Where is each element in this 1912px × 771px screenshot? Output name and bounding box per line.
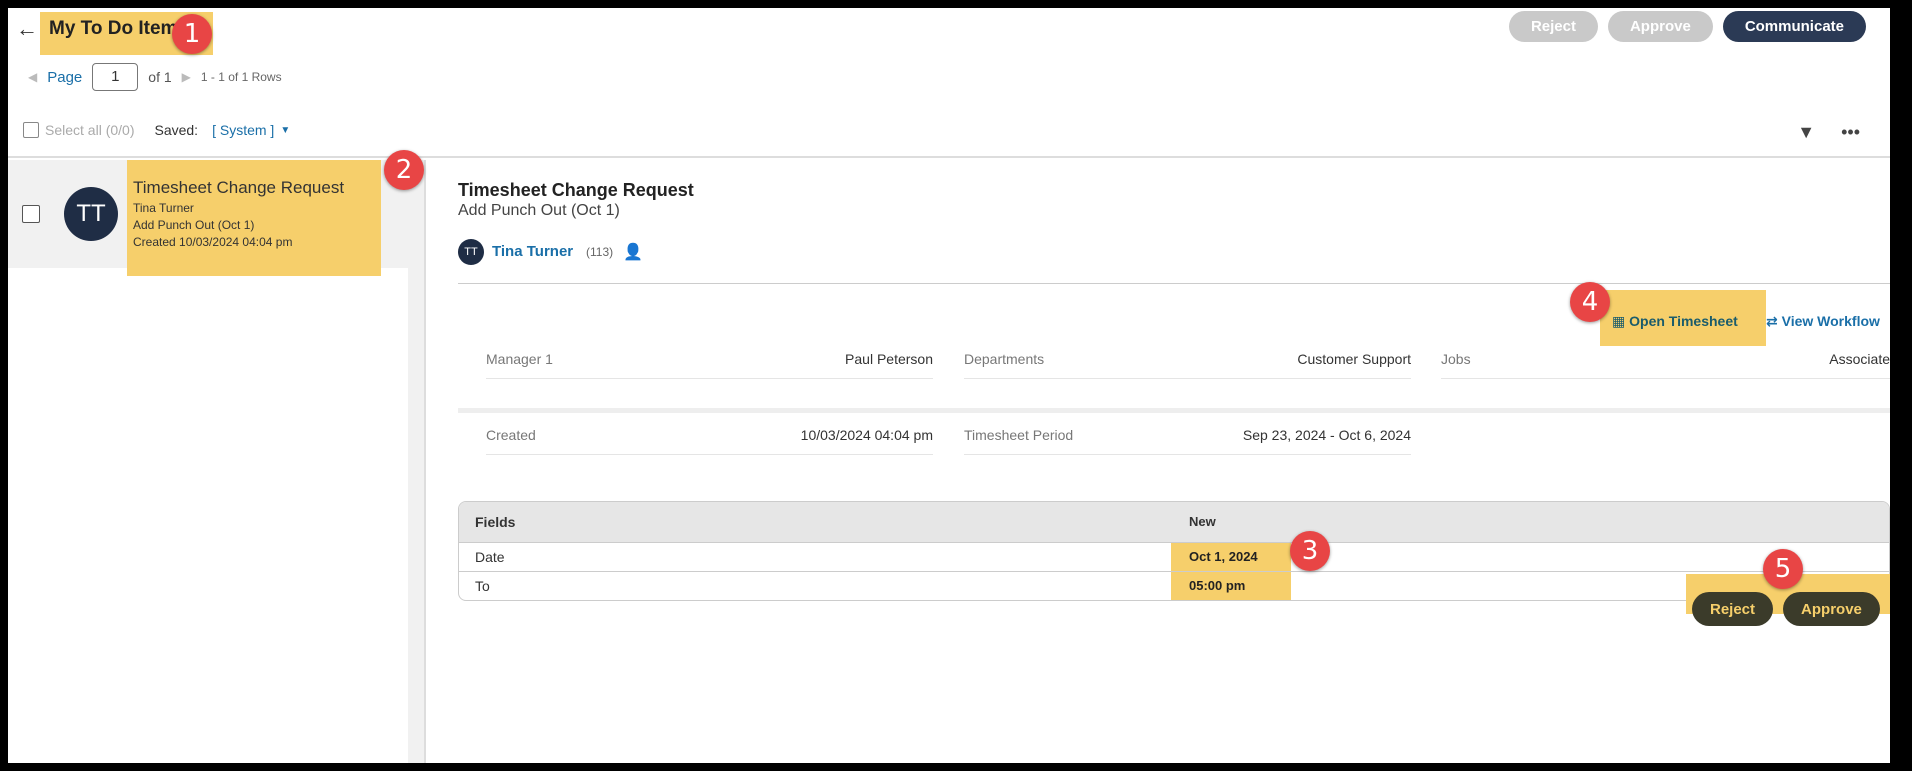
annotation-badge-5: 5 xyxy=(1763,549,1803,589)
divider xyxy=(458,408,1890,413)
rows-count: 1 - 1 of 1 Rows xyxy=(200,70,282,84)
scrollbar[interactable] xyxy=(408,160,424,763)
filter-icon[interactable]: ▼ xyxy=(1797,122,1815,143)
more-options-icon[interactable]: ••• xyxy=(1841,122,1860,143)
table-header: Fields New xyxy=(459,502,1889,542)
timesheet-icon: ▦ xyxy=(1612,313,1630,329)
info-row-1: Manager 1 Paul Peterson Departments Custom… xyxy=(486,345,1890,379)
detail-subtitle: Add Punch Out (Oct 1) xyxy=(458,202,620,219)
communicate-button[interactable]: Communicate xyxy=(1722,11,1866,42)
employee-link[interactable]: Tina Turner xyxy=(492,243,573,260)
list-item[interactable]: TT Timesheet Change Request Tina Turner … xyxy=(8,160,410,276)
todo-list: TT Timesheet Change Request Tina Turner … xyxy=(8,150,426,763)
item-created: Created 10/03/2024 04:04 pm xyxy=(133,235,293,249)
fields-table: Fields New Date Oct 1, 2024 To 05:00 pm xyxy=(458,501,1890,601)
top-bar: ← My To Do Items 1 Reject Approve Commun… xyxy=(8,8,1890,158)
reject-button[interactable]: Reject xyxy=(1508,11,1598,42)
back-arrow-icon[interactable]: ← xyxy=(16,16,42,42)
item-checkbox[interactable] xyxy=(22,205,40,223)
saved-view-dropdown[interactable]: [ System ] xyxy=(212,122,274,138)
info-field-manager: Manager 1 Paul Peterson xyxy=(486,345,933,379)
divider xyxy=(458,283,1890,284)
detail-title: Timesheet Change Request xyxy=(458,180,694,200)
next-page-icon[interactable]: ▶ xyxy=(182,70,191,84)
table-row: To 05:00 pm xyxy=(459,571,1889,600)
select-all-checkbox[interactable] xyxy=(23,122,39,138)
person-link-icon[interactable]: 👤 xyxy=(623,242,643,262)
page-title: My To Do Items xyxy=(49,18,188,39)
shuffle-icon: ⇄ xyxy=(1766,313,1782,329)
avatar: TT xyxy=(64,187,118,241)
view-workflow-link[interactable]: ⇄ View Workflow xyxy=(1766,313,1880,330)
prev-page-icon[interactable]: ◀ xyxy=(28,70,37,84)
pager: ◀ Page 1 of 1 ▶ 1 - 1 of 1 Rows xyxy=(28,63,282,91)
list-tools: ▼ ••• xyxy=(1797,122,1860,143)
item-title: Timesheet Change Request xyxy=(133,178,345,197)
info-field-departments: Departments Customer Support xyxy=(964,345,1411,379)
annotation-badge-4: 4 xyxy=(1570,282,1610,322)
info-row-2: Created 10/03/2024 04:04 pm Timesheet Per… xyxy=(486,421,1411,455)
page-label: Page xyxy=(47,68,83,86)
bottom-actions: Reject Approve xyxy=(1692,592,1880,626)
annotation-badge-1: 1 xyxy=(172,14,212,54)
table-row: Date Oct 1, 2024 xyxy=(459,542,1889,571)
approve-button[interactable]: Approve xyxy=(1783,592,1880,626)
annotation-badge-2: 2 xyxy=(384,150,424,190)
app-window: ← My To Do Items 1 Reject Approve Commun… xyxy=(8,8,1890,763)
chevron-down-icon[interactable]: ▼ xyxy=(280,125,290,136)
page-number-input[interactable]: 1 xyxy=(92,63,139,91)
employee-id: (113) xyxy=(586,245,614,259)
item-detail: Add Punch Out (Oct 1) xyxy=(133,218,255,232)
annotation-badge-3: 3 xyxy=(1290,531,1330,571)
reject-button[interactable]: Reject xyxy=(1692,592,1774,626)
saved-label: Saved: xyxy=(154,122,199,138)
select-all-label: Select all (0/0) xyxy=(45,122,135,138)
top-actions: Reject Approve Communicate xyxy=(1508,11,1866,42)
approve-button[interactable]: Approve xyxy=(1607,11,1713,42)
info-field-jobs: Jobs Associate xyxy=(1441,345,1890,379)
info-field-timesheet-period: Timesheet Period Sep 23, 2024 - Oct 6, 20… xyxy=(964,421,1411,455)
avatar: TT xyxy=(458,239,484,265)
info-field-created: Created 10/03/2024 04:04 pm xyxy=(486,421,933,455)
page-count: of 1 xyxy=(148,69,172,85)
detail-pane: Timesheet Change Request Add Punch Out (… xyxy=(458,160,1890,763)
item-person: Tina Turner xyxy=(133,201,194,215)
open-timesheet-link[interactable]: ▦ Open Timesheet xyxy=(1612,313,1738,330)
selection-row: Select all (0/0) Saved: [ System ] ▼ xyxy=(23,122,290,138)
